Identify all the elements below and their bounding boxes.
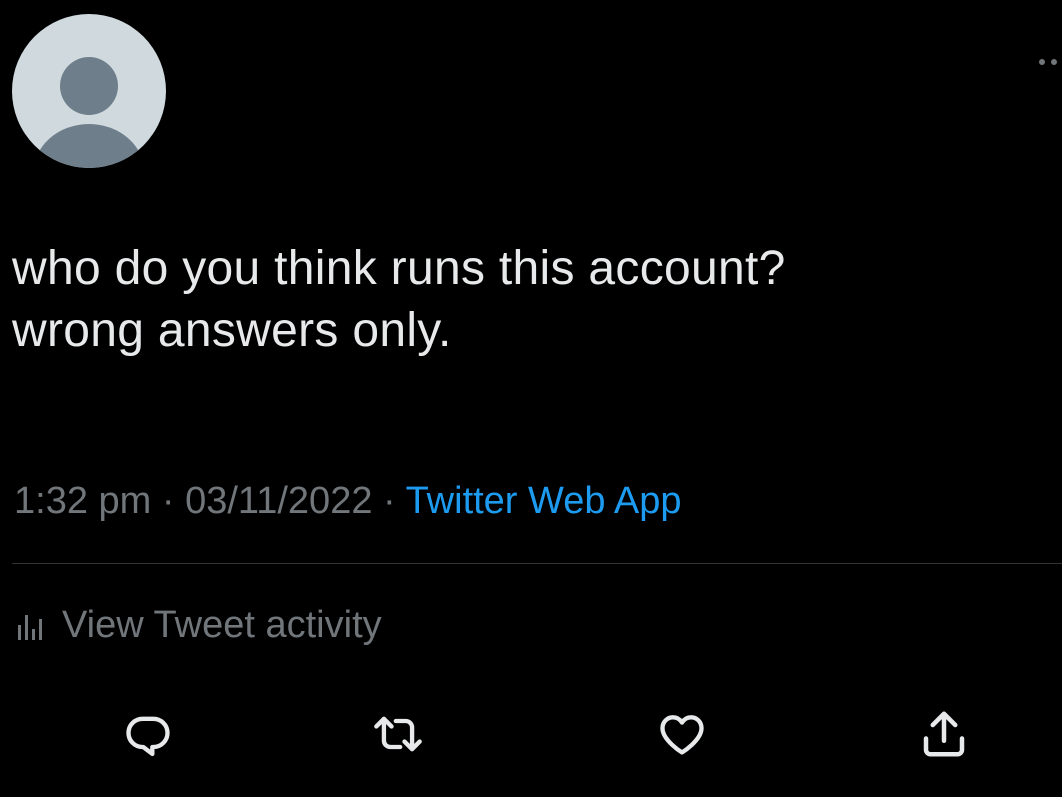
tweet-text-line: who do you think runs this account?	[12, 242, 786, 295]
default-profile-icon	[12, 14, 166, 168]
reply-icon	[126, 716, 170, 757]
tweet-time[interactable]: 1:32 pm	[14, 480, 151, 522]
view-tweet-activity-label: View Tweet activity	[62, 603, 382, 646]
reply-button[interactable]	[118, 706, 178, 762]
share-icon	[923, 711, 965, 757]
heart-icon	[660, 715, 704, 755]
like-button[interactable]	[652, 706, 712, 762]
tweet-text: who do you think runs this account? wron…	[12, 238, 1052, 362]
retweet-button[interactable]	[368, 706, 428, 762]
share-button[interactable]	[914, 706, 974, 762]
tweet-text-line: wrong answers only.	[12, 304, 452, 357]
more-icon	[1039, 59, 1057, 65]
avatar[interactable]	[12, 14, 166, 168]
tweet-date[interactable]: 03/11/2022	[185, 480, 372, 522]
more-options-button[interactable]	[1036, 52, 1062, 72]
meta-separator: ·	[383, 480, 396, 522]
divider	[12, 563, 1062, 564]
retweet-icon	[374, 716, 422, 752]
tweet-metadata: 1:32 pm · 03/11/2022 · Twitter Web App	[14, 478, 682, 524]
bar-chart-icon	[18, 615, 42, 640]
meta-separator: ·	[161, 480, 175, 522]
view-tweet-activity-button[interactable]: View Tweet activity	[14, 600, 382, 650]
tweet-source-link[interactable]: Twitter Web App	[406, 480, 682, 522]
